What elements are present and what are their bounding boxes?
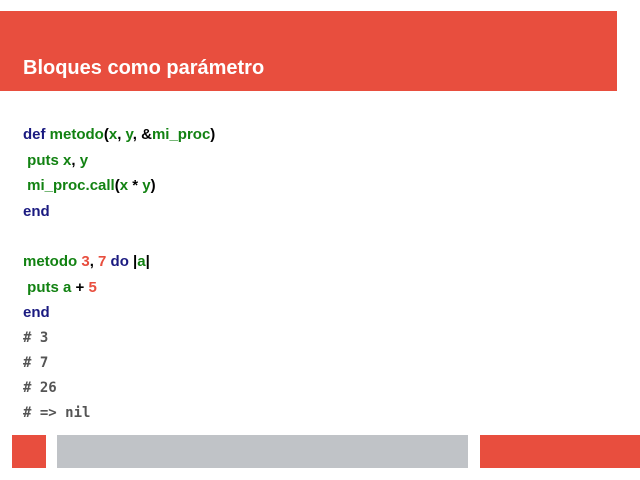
keyword-do: do xyxy=(110,253,129,270)
param-y: y xyxy=(125,126,133,143)
code-line: end xyxy=(23,300,215,326)
code-line: puts a + 5 xyxy=(23,275,215,301)
output-comment: # => nil xyxy=(23,404,91,421)
output-comment: # 3 xyxy=(23,329,49,346)
comma: , xyxy=(71,151,80,169)
proc-call: mi_proc.call xyxy=(27,177,115,194)
slide-title: Bloques como parámetro xyxy=(23,57,265,79)
paren: ) xyxy=(210,126,216,143)
footer-accent-right xyxy=(480,435,640,468)
method-name: metodo xyxy=(49,126,104,143)
comma-amp: , & xyxy=(132,126,152,143)
number-literal: 5 xyxy=(88,278,97,296)
paren: ) xyxy=(150,177,156,194)
block-param: a xyxy=(137,253,146,270)
puts-call: puts xyxy=(27,151,59,169)
puts-call: puts xyxy=(27,278,59,296)
comma: , xyxy=(117,126,126,143)
method-name: metodo xyxy=(23,253,78,270)
code-block: def metodo(x, y, &mi_proc) puts x, y mi_… xyxy=(23,122,215,426)
code-line: end xyxy=(23,199,215,225)
output-comment: # 7 xyxy=(23,354,49,371)
pipe: | xyxy=(145,253,150,270)
footer-accent-left xyxy=(12,435,46,468)
code-line: mi_proc.call(x * y) xyxy=(23,173,215,199)
arg-x: x xyxy=(119,177,129,194)
keyword-end: end xyxy=(23,202,50,220)
arg-y: y xyxy=(79,151,89,169)
code-line: metodo 3, 7 do |a| xyxy=(23,249,215,275)
keyword-end: end xyxy=(23,304,50,321)
param-x: x xyxy=(108,126,118,143)
footer-bar xyxy=(57,435,468,468)
operator: * xyxy=(128,177,143,194)
number-literal: 3 xyxy=(81,253,90,270)
operator: + xyxy=(71,278,89,296)
code-line: puts x, y xyxy=(23,148,215,174)
keyword-def: def xyxy=(23,126,46,143)
param-proc: mi_proc xyxy=(151,126,211,143)
number-literal: 7 xyxy=(98,253,107,270)
slide: Bloques como parámetro def metodo(x, y, … xyxy=(0,0,640,480)
comma: , xyxy=(89,253,99,270)
output-comment: # 26 xyxy=(23,379,57,396)
code-line: def metodo(x, y, &mi_proc) xyxy=(23,122,215,148)
arg-y: y xyxy=(142,177,151,194)
